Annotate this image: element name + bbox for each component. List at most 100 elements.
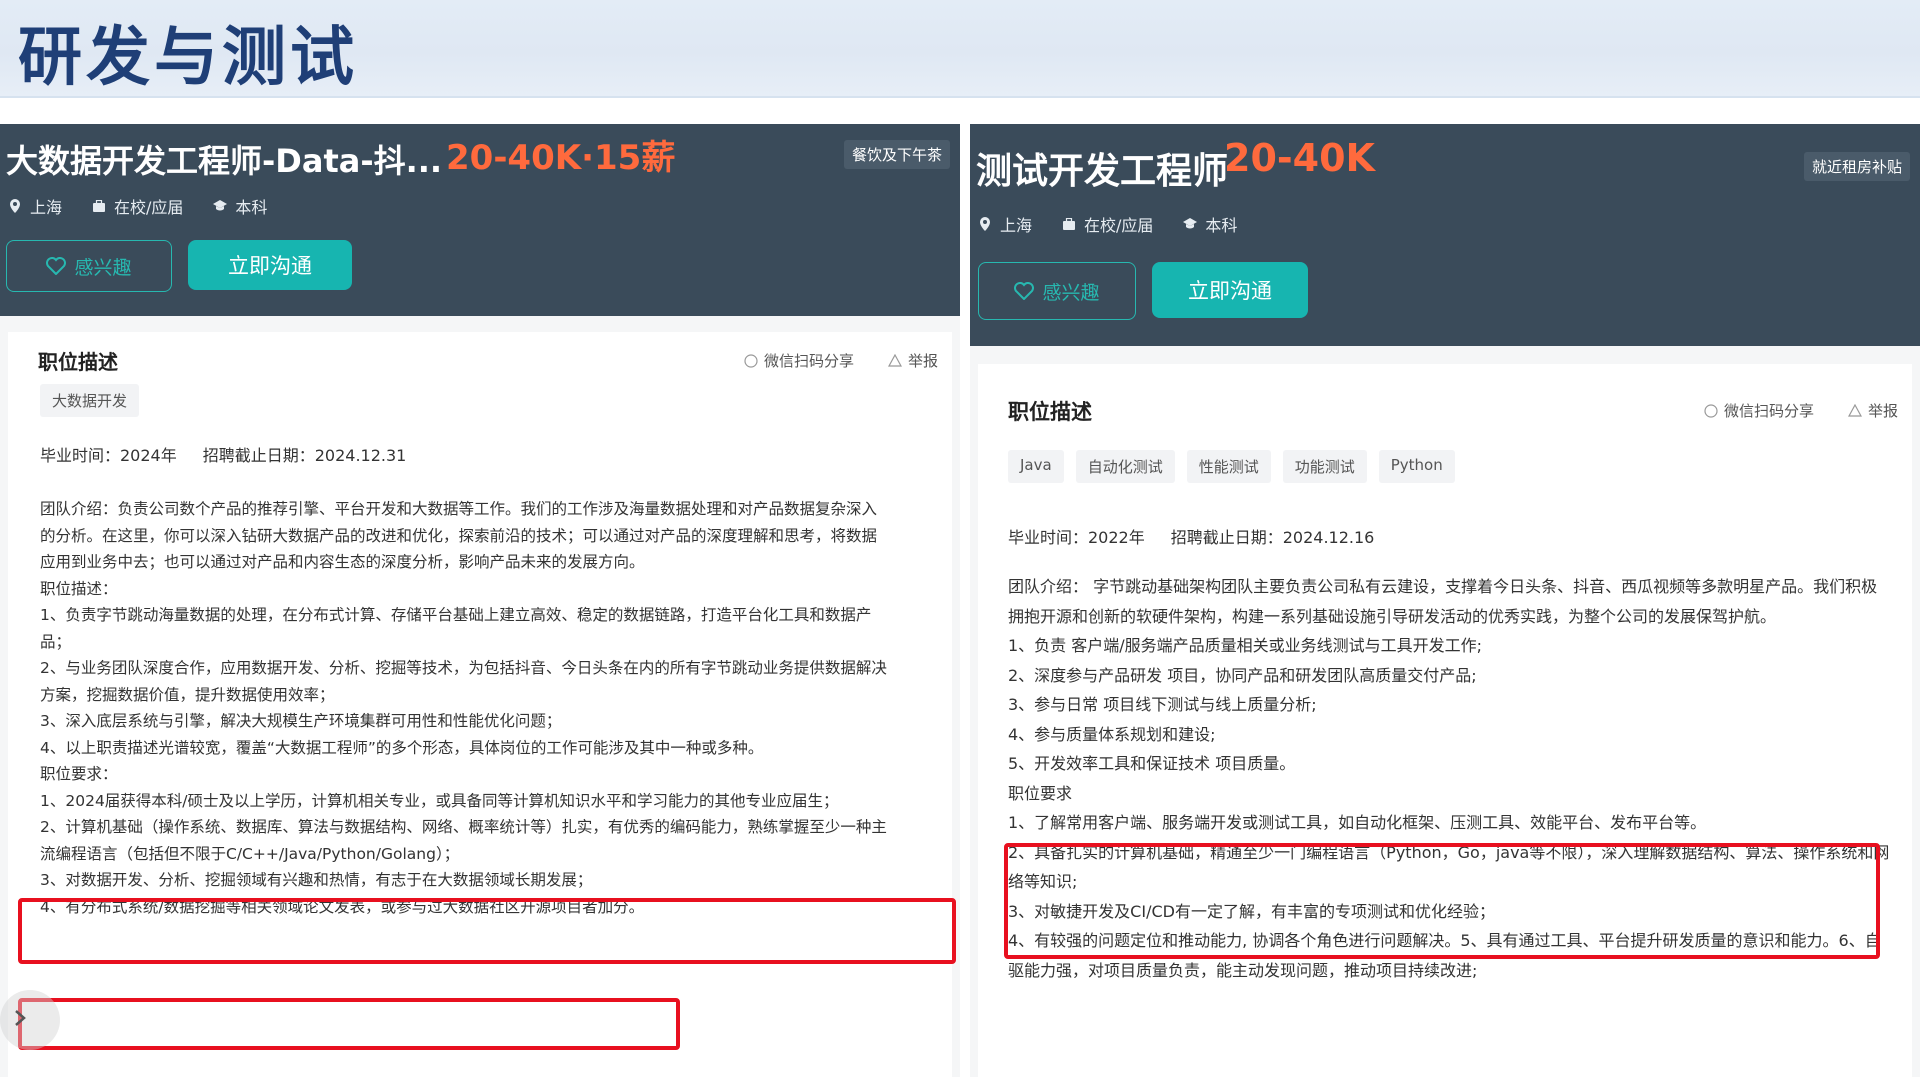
desc-line: 2、深度参与产品研发 项目，协同产品和研发团队高质量交付产品; [1008,665,1477,685]
desc-line: 3、深入底层系统与引擎，解决大规模生产环境集群可用性和性能优化问题； [40,712,562,730]
desc-line: 拥抱开源和创新的软硬件架构，构建一系列基础设施引导研发活动的优秀实践，为整个公司… [1008,606,1777,626]
tag: 大数据开发 [40,384,140,417]
description-text: 团队介绍：负责公司数个产品的推荐引擎、平台开发和大数据等工作。我们的工作涉及海量… [40,496,950,920]
job-description-card: 职位描述 微信扫码分享 举报 Java 自动化测试 性能测试 功能测试 Pyth… [978,364,1912,1077]
desc-line: 4、参与质量体系规划和建设; [1008,724,1216,744]
salary: 20-40K [1224,136,1375,180]
dates-row: 毕业时间：2024年 招聘截止日期：2024.12.31 [40,442,406,466]
highlight-box [18,998,680,1050]
perk-badge: 餐饮及下午茶 [843,140,950,169]
desc-line: 1、负责字节跳动海量数据的处理，在分布式计算、存储平台基础上建立高效、稳定的数据… [40,606,872,624]
briefcase-icon [92,199,106,213]
desc-line: 3、对数据开发、分析、挖掘领域有兴趣和热情，有志于在大数据领域长期发展； [40,871,593,889]
graduation-cap-icon [1183,217,1198,231]
report-label: 举报 [1867,402,1898,420]
job-title: 大数据开发工程师-Data-抖... [6,142,443,180]
highlight-box [18,898,956,964]
degree: 本科 [1183,212,1237,236]
desc-line: 2、与业务团队深度合作，应用数据开发、分析、挖掘等技术，为包括抖音、今日头条在内… [40,659,887,677]
wechat-icon [1704,403,1718,418]
warning-icon [887,354,902,368]
card-actions: 微信扫码分享 举报 [744,350,938,371]
perk-badge: 就近租房补贴 [1803,152,1910,181]
tag: 功能测试 [1282,450,1367,483]
location-pin-icon [978,217,992,231]
tag: 自动化测试 [1075,450,1175,483]
location-pin-icon [8,199,22,213]
desc-line: 1、了解常用客户端、服务端开发或测试工具，如自动化框架、压测工具、效能平台、发布… [1008,813,1707,832]
deadline: 招聘截止日期：2024.12.31 [202,446,407,465]
recruit-type: 在校/应届 [1062,212,1153,236]
interest-label: 感兴趣 [1042,281,1100,304]
desc-line: 的分析。在这里，你可以深入钻研大数据产品的改进和优化，探索前沿的技术；可以通过对… [40,526,878,545]
desc-line: 职位要求 [1008,783,1073,803]
tag-list: Java 自动化测试 性能测试 功能测试 Python [1008,450,1455,483]
wechat-share-link[interactable]: 微信扫码分享 [1704,400,1814,421]
interest-button[interactable]: 感兴趣 [6,240,172,292]
desc-line: 3、参与日常 项目线下测试与线上质量分析; [1008,695,1317,714]
desc-line: 职位要求： [40,765,118,783]
desc-line: 应用到业务中去；也可以通过对产品和内容生态的深度分析，影响产品未来的发展方向。 [40,553,645,571]
heart-icon [46,257,67,275]
deadline: 招聘截止日期：2024.12.16 [1170,528,1375,547]
tag: Python [1378,450,1455,483]
desc-line: 团队介绍： 字节跳动基础架构团队主要负责公司私有云建设，支撑着今日头条、抖音、西… [1008,577,1878,596]
job-header: 大数据开发工程师-Data-抖... 20-40K·15薪 餐饮及下午茶 上海 … [0,124,960,316]
wechat-icon [744,353,758,368]
desc-line: 1、负责 客户端/服务端产品质量相关或业务线测试与工具开发工作; [1008,636,1483,655]
recruit-type-text: 在校/应届 [114,198,184,217]
desc-line: 1、2024届获得本科/硕士及以上学历，计算机相关专业，或具备同等计算机知识水平… [40,791,839,810]
desc-line: 驱能力强，对项目质量负责，能主动发现问题，推动项目持续改进; [1008,960,1478,980]
graduation-time: 毕业时间：2022年 [1008,528,1145,547]
side-collapse-handle[interactable] [0,990,60,1050]
graduation-cap-icon [213,199,228,213]
desc-line: 5、开发效率工具和保证技术 项目质量。 [1008,754,1296,773]
chat-now-button[interactable]: 立即沟通 [1152,262,1308,318]
tag-list: 大数据开发 [40,384,140,417]
highlight-box [1004,843,1880,959]
degree: 本科 [213,194,267,218]
report-link[interactable]: 举报 [1847,400,1898,421]
section-title: 职位描述 [1008,400,1092,424]
degree-text: 本科 [235,198,268,217]
salary: 20-40K·15薪 [446,138,676,178]
interest-button[interactable]: 感兴趣 [978,262,1136,320]
graduation-time: 毕业时间：2024年 [40,446,177,465]
share-label: 微信扫码分享 [763,352,854,370]
recruit-type: 在校/应届 [92,194,183,218]
chat-now-button[interactable]: 立即沟通 [188,240,352,290]
chevron-right-icon [14,1009,26,1031]
section-title: 职位描述 [38,350,118,374]
slide-title-band: 研发与测试 [0,0,1920,98]
report-link[interactable]: 举报 [887,350,938,371]
desc-line: 团队介绍：负责公司数个产品的推荐引擎、平台开发和大数据等工作。我们的工作涉及海量… [40,500,878,518]
desc-line: 品； [40,632,72,651]
location: 上海 [8,194,62,218]
share-label: 微信扫码分享 [1723,402,1814,420]
desc-line: 职位描述： [40,579,118,598]
dates-row: 毕业时间：2022年 招聘截止日期：2024.12.16 [1008,524,1374,548]
desc-line: 方案，挖掘数据价值，提升数据使用效率； [40,685,335,704]
report-label: 举报 [907,352,938,370]
location-text: 上海 [1000,216,1033,235]
heart-icon [1014,282,1035,300]
desc-line: 4、以上职责描述光谱较宽，覆盖“大数据工程师”的多个形态，具体岗位的工作可能涉及… [40,738,764,757]
wechat-share-link[interactable]: 微信扫码分享 [744,350,854,371]
job-header: 测试开发工程师 20-40K 就近租房补贴 上海 在校/应届 本科 感兴趣 立即… [970,124,1920,346]
desc-line: 2、计算机基础（操作系统、数据库、算法与数据结构、网络、概率统计等）扎实，有优秀… [40,818,887,836]
tag: Java [1008,450,1064,483]
job-title: 测试开发工程师 [976,151,1229,192]
tag: 性能测试 [1186,450,1271,483]
desc-line: 流编程语言（包括但不限于C/C++/Java/Python/Golang）； [40,844,460,863]
warning-icon [1847,404,1862,418]
job-description-card: 职位描述 微信扫码分享 举报 大数据开发 毕业时间：2024年 招聘截止日期：2… [8,332,952,1077]
interest-label: 感兴趣 [74,256,132,279]
card-actions: 微信扫码分享 举报 [1704,400,1898,421]
job-meta: 上海 在校/应届 本科 [8,194,267,218]
briefcase-icon [1062,217,1076,231]
slide-title: 研发与测试 [18,20,358,95]
location: 上海 [978,212,1032,236]
location-text: 上海 [30,198,63,217]
recruit-type-text: 在校/应届 [1084,216,1154,235]
job-meta: 上海 在校/应届 本科 [978,212,1237,236]
